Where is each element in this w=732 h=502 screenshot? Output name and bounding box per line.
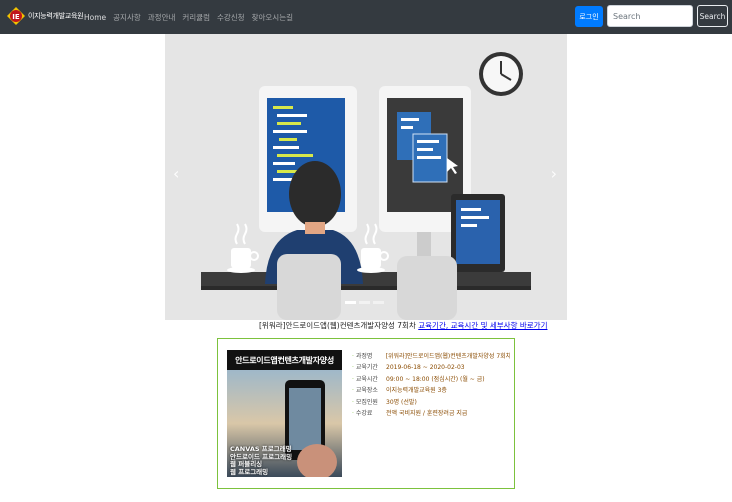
nav-link-home[interactable]: Home <box>84 13 106 22</box>
nav-link-courses[interactable]: 과정안내 <box>148 12 176 23</box>
search-button[interactable]: Search <box>697 5 728 27</box>
carousel-prev-icon[interactable]: ‹ <box>173 164 179 183</box>
slide-illustration <box>165 34 567 320</box>
info-label: 수강료 <box>352 408 386 419</box>
brand-name: 이지능력개발교육원 <box>28 12 84 20</box>
info-value: 이지능력개발교육원 3층 <box>386 387 447 395</box>
info-row: 교육시간 09:00 ~ 18:00 (점심시간) (월 ~ 금) <box>352 374 510 385</box>
poster-title: 안드로이드앱컨텐츠개발자양성 <box>227 350 342 370</box>
info-label: 모집인원 <box>352 397 386 408</box>
tablet-device <box>451 194 505 272</box>
brand-logo-icon: IE <box>7 7 25 25</box>
info-row: 교육장소 이지능력개발교육원 3층 <box>352 385 510 396</box>
info-label: 교육기간 <box>352 362 386 373</box>
wall-clock-icon <box>479 52 523 96</box>
course-detail-link[interactable]: 교육기간, 교육시간 및 세부사항 바로가기 <box>418 321 547 330</box>
info-row: 교육기간 2019-06-18 ~ 2020-02-03 <box>352 362 510 373</box>
carousel-next-icon[interactable]: › <box>551 164 557 183</box>
hero-carousel: ‹ › <box>165 34 567 320</box>
nav-link-enroll[interactable]: 수강신청 <box>217 12 245 23</box>
info-value: [위워라]안드로이드앱(웹)컨텐츠개발자양성 7회차 <box>385 353 510 360</box>
info-value: 30명 (선발) <box>386 398 417 406</box>
info-row: 모집인원 30명 (선발) <box>352 397 510 408</box>
course-poster: 안드로이드앱컨텐츠개발자양성 CANVAS 프로그래밍 안드로이드 프로그래밍 … <box>227 350 342 477</box>
info-label: 과정명 <box>352 351 386 362</box>
info-label: 교육시간 <box>352 374 386 385</box>
info-row: 과정명 [위워라]안드로이드앱(웹)컨텐츠개발자양성 7회차 <box>352 351 510 362</box>
nav-link-directions[interactable]: 찾아오시는길 <box>252 12 293 23</box>
caption-text: [위워라]안드로이드앱(웹)컨텐츠개발자양성 7회차 <box>259 321 416 330</box>
course-card: 안드로이드앱컨텐츠개발자양성 CANVAS 프로그래밍 안드로이드 프로그래밍 … <box>217 338 515 489</box>
login-button[interactable]: 로그인 <box>575 6 603 27</box>
info-value: 2019-06-18 ~ 2020-02-03 <box>386 364 465 372</box>
carousel-indicator[interactable] <box>373 301 384 304</box>
svg-text:IE: IE <box>12 13 20 21</box>
info-row: 수강료 전액 국비지원 / 훈련장려금 지급 <box>352 408 510 419</box>
poster-topic: 웹 프로그래밍 <box>230 467 269 476</box>
search-input[interactable] <box>607 5 693 27</box>
nav-link-notice[interactable]: 공지사항 <box>113 12 141 23</box>
info-value: 09:00 ~ 18:00 (점심시간) (월 ~ 금) <box>386 375 485 383</box>
top-navbar: IE 이지능력개발교육원 Home 공지사항 과정안내 커리큘럼 수강신청 찾아… <box>0 0 732 34</box>
course-caption: [위워라]안드로이드앱(웹)컨텐츠개발자양성 7회차 교육기간, 교육시간 및 … <box>259 320 547 331</box>
carousel-indicator[interactable] <box>359 301 370 304</box>
nav-links: Home 공지사항 과정안내 커리큘럼 수강신청 찾아오시는길 <box>84 0 300 34</box>
info-label: 교육장소 <box>352 385 386 396</box>
course-info: 과정명 [위워라]안드로이드앱(웹)컨텐츠개발자양성 7회차 교육기간 2019… <box>352 351 510 419</box>
carousel-indicator[interactable] <box>345 301 356 304</box>
nav-link-curriculum[interactable]: 커리큘럼 <box>182 12 210 23</box>
brand[interactable]: IE 이지능력개발교육원 <box>6 6 84 26</box>
info-value: 전액 국비지원 / 훈련장려금 지급 <box>386 410 468 418</box>
poster-topics: CANVAS 프로그래밍 안드로이드 프로그래밍 웹 퍼블리싱 웹 프로그래밍 <box>230 445 292 476</box>
carousel-indicators <box>345 301 384 304</box>
